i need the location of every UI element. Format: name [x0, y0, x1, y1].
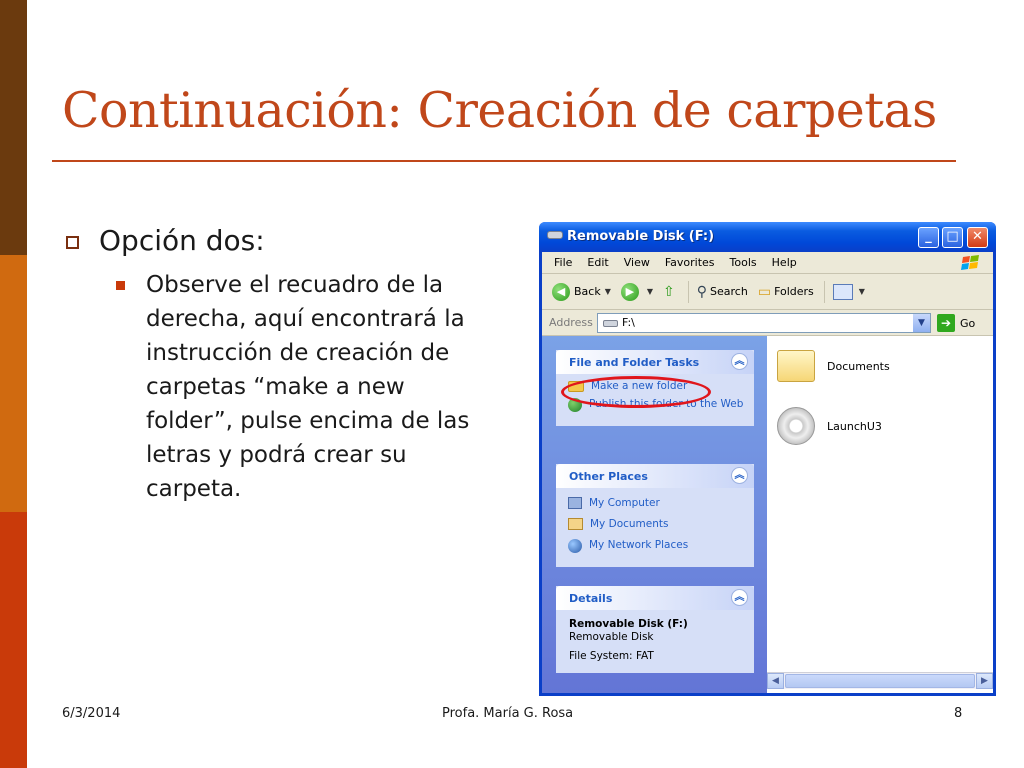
panel-body: Removable Disk (F:) Removable Disk File …	[556, 610, 754, 673]
horizontal-scrollbar[interactable]: ◀ ▶	[767, 672, 993, 689]
maximize-button[interactable]: □	[942, 227, 963, 248]
drive-icon	[603, 320, 618, 327]
file-list: Documents LaunchU3	[767, 336, 993, 693]
menu-view[interactable]: View	[624, 256, 650, 269]
back-dropdown-icon: ▼	[604, 287, 611, 296]
window-body: File Edit View Favorites Tools Help ◀ Ba…	[542, 252, 993, 693]
address-dropdown-button[interactable]: ▼	[913, 314, 930, 332]
scroll-right-button[interactable]: ▶	[976, 673, 993, 689]
address-label: Address	[549, 316, 593, 329]
menu-favorites[interactable]: Favorites	[665, 256, 715, 269]
decor-band-top	[0, 0, 27, 255]
file-name: LaunchU3	[827, 419, 882, 433]
close-button[interactable]: ✕	[967, 227, 988, 248]
slide-title: Continuación: Creación de carpetas	[62, 82, 937, 139]
file-item-launchu3[interactable]: LaunchU3	[777, 407, 882, 445]
decor-band-middle	[0, 255, 27, 512]
file-item-documents[interactable]: Documents	[777, 350, 890, 382]
toolbar-separator	[823, 280, 825, 303]
place-label: My Network Places	[589, 539, 689, 551]
panel-header[interactable]: Other Places ︽	[556, 464, 754, 488]
toolbar-separator	[687, 280, 689, 303]
hollow-square-bullet-icon	[66, 236, 79, 249]
panel-body: My Computer My Documents My Network Plac…	[556, 488, 754, 567]
forward-button[interactable]: ▶ ▼	[620, 282, 654, 301]
back-button[interactable]: ◀ Back ▼	[552, 282, 611, 301]
details-name: Removable Disk (F:)	[569, 618, 688, 630]
address-input[interactable]: F:\ ▼	[597, 313, 931, 333]
file-name: Documents	[827, 359, 890, 373]
title-underline	[52, 160, 956, 162]
back-label: Back	[574, 285, 601, 298]
folder-icon	[777, 350, 815, 382]
place-my-documents[interactable]: My Documents	[568, 518, 744, 530]
search-icon: ⚲	[696, 283, 708, 300]
standard-toolbar: ◀ Back ▼ ▶ ▼ ⇧ ⚲ Search ▭ Folders ▼	[542, 274, 993, 310]
place-my-network-places[interactable]: My Network Places	[568, 539, 744, 553]
documents-icon	[568, 518, 583, 530]
place-label: My Computer	[589, 497, 660, 509]
up-folder-icon: ⇧	[663, 283, 675, 300]
views-dropdown-icon: ▼	[858, 287, 865, 296]
collapse-chevron-icon[interactable]: ︽	[731, 467, 748, 484]
details-file-system: File System: FAT	[569, 650, 654, 662]
highlight-oval	[561, 376, 711, 408]
bullet-level1-text: Opción dos:	[99, 224, 265, 257]
views-button[interactable]: ▼	[832, 283, 865, 300]
panel-title: File and Folder Tasks	[569, 356, 700, 369]
footer-date: 6/3/2014	[62, 706, 121, 721]
place-label: My Documents	[590, 518, 669, 530]
bullet-level1: Opción dos:	[66, 224, 265, 257]
panel-title: Other Places	[569, 470, 648, 483]
forward-dropdown-icon: ▼	[646, 287, 654, 296]
folders-button[interactable]: ▭ Folders	[758, 284, 814, 300]
address-value: F:\	[622, 316, 635, 329]
menu-edit[interactable]: Edit	[587, 256, 608, 269]
go-button[interactable]: Go	[960, 317, 975, 330]
search-label: Search	[710, 285, 748, 298]
search-button[interactable]: ⚲ Search	[697, 284, 748, 300]
place-my-computer[interactable]: My Computer	[568, 497, 744, 509]
views-icon	[832, 283, 853, 300]
go-arrow-icon[interactable]: ➔	[937, 314, 955, 332]
removable-drive-icon	[547, 231, 563, 239]
bullet-level2-text: Observe el recuadro de la derecha, aquí …	[146, 272, 470, 502]
address-bar: Address F:\ ▼ ➔ Go	[542, 310, 993, 336]
explorer-window: Removable Disk (F:) _ □ ✕ File Edit View…	[539, 222, 996, 696]
other-places-panel: Other Places ︽ My Computer My Documents …	[556, 464, 754, 567]
windows-logo-icon	[961, 255, 979, 270]
details-panel: Details ︽ Removable Disk (F:) Removable …	[556, 586, 754, 673]
window-title: Removable Disk (F:)	[567, 229, 715, 244]
back-arrow-icon: ◀	[552, 282, 570, 301]
folders-label: Folders	[774, 285, 814, 298]
bullet-level2: Observe el recuadro de la derecha, aquí …	[116, 268, 496, 506]
menu-bar: File Edit View Favorites Tools Help	[542, 252, 993, 274]
up-folder-button[interactable]: ⇧	[663, 284, 678, 300]
menu-tools[interactable]: Tools	[730, 256, 757, 269]
scroll-left-button[interactable]: ◀	[767, 673, 784, 689]
window-titlebar[interactable]: Removable Disk (F:) _ □ ✕	[539, 222, 996, 252]
solid-square-bullet-icon	[116, 281, 125, 290]
panel-header[interactable]: File and Folder Tasks ︽	[556, 350, 754, 374]
network-icon	[568, 539, 582, 553]
panel-title: Details	[569, 592, 613, 605]
footer-author: Profa. María G. Rosa	[442, 706, 574, 721]
footer-page-number: 8	[954, 706, 963, 721]
forward-arrow-icon: ▶	[620, 282, 639, 301]
decor-band-bottom	[0, 512, 27, 768]
cd-icon	[777, 407, 815, 445]
scroll-thumb[interactable]	[785, 674, 975, 688]
computer-icon	[568, 497, 582, 509]
details-type: Removable Disk	[569, 631, 654, 643]
folders-icon: ▭	[757, 283, 772, 300]
menu-file[interactable]: File	[554, 256, 572, 269]
collapse-chevron-icon[interactable]: ︽	[731, 353, 748, 370]
menu-help[interactable]: Help	[772, 256, 797, 269]
minimize-button[interactable]: _	[918, 227, 939, 248]
panel-header[interactable]: Details ︽	[556, 586, 754, 610]
collapse-chevron-icon[interactable]: ︽	[731, 589, 748, 606]
